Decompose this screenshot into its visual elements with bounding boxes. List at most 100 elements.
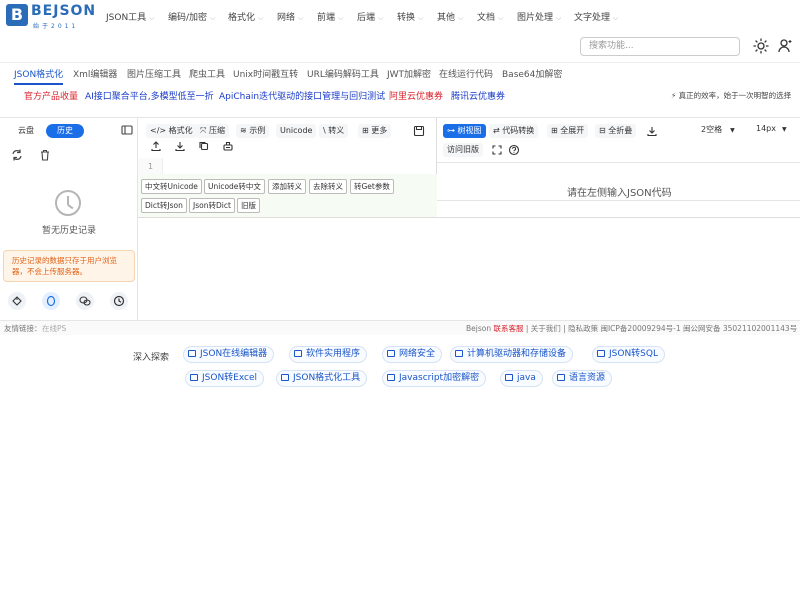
chevron-down-icon: ⌵ <box>338 14 344 22</box>
save-icon[interactable] <box>412 124 426 138</box>
expand-all-button[interactable]: ⊞ 全展开 <box>547 124 589 138</box>
explore-tag[interactable]: JSON格式化工具 <box>276 370 368 387</box>
chip-to-get-params[interactable]: 转Get参数 <box>350 179 394 194</box>
nav-other[interactable]: 其他 ⌵ <box>437 10 463 23</box>
copy-icon[interactable] <box>197 139 211 153</box>
indent-select[interactable]: 2空格 ▼ <box>701 124 735 135</box>
friend-link-ps[interactable]: 在线PS <box>42 323 66 334</box>
explore-tag[interactable]: java <box>500 370 543 387</box>
explore-tag[interactable]: JSON转Excel <box>185 370 265 387</box>
explore-tag[interactable]: 网络安全 <box>382 346 443 363</box>
contact-link[interactable]: 联系客服 <box>493 324 523 333</box>
nav-image[interactable]: 图片处理 ⌵ <box>517 10 561 23</box>
download-icon[interactable] <box>645 124 659 138</box>
more-button[interactable]: ⊞ 更多 <box>358 124 392 138</box>
nav-format[interactable]: 格式化 ⌵ <box>228 10 263 23</box>
tree-icon: ⊶ <box>447 126 455 135</box>
compress-icon: ⤧ <box>200 126 207 135</box>
chevron-down-icon: ⌵ <box>498 14 504 22</box>
caret-down-icon: ▼ <box>730 127 735 134</box>
output-area <box>138 217 800 320</box>
qq-icon[interactable] <box>42 292 60 310</box>
chip-json-to-dict[interactable]: Json转Dict <box>189 198 235 213</box>
top-navbar: B BEJSON 始于2011 JSON工具 ⌵ 编码/加密 ⌵ 格式化 ⌵ 网络 ⌵ … <box>0 0 800 60</box>
swap-icon: ⇄ <box>493 126 500 135</box>
lightning-icon: ⚡ <box>671 91 677 100</box>
history-privacy-note: 历史记录的数据只存于用户浏览器，不会上传服务器。 <box>3 250 135 282</box>
chip-old-version[interactable]: 旧版 <box>237 198 260 213</box>
nav-convert[interactable]: 转换 ⌵ <box>397 10 423 23</box>
explore-label: 深入探索 <box>133 353 170 363</box>
code-convert-button[interactable]: ⇄ 代码转换 <box>489 124 539 138</box>
sidebar-toggle-icon[interactable] <box>120 123 134 137</box>
chip-remove-escape[interactable]: 去除转义 <box>309 179 347 194</box>
clear-icon[interactable] <box>221 139 235 153</box>
wechat-icon[interactable] <box>76 292 94 310</box>
tab-url-codec[interactable]: URL编码解码工具 <box>307 67 379 80</box>
explore-tag[interactable]: 计算机驱动器和存储设备 <box>450 346 574 363</box>
tag-icon <box>597 350 605 357</box>
chip-add-escape[interactable]: 添加转义 <box>268 179 306 194</box>
chevron-down-icon: ⌵ <box>458 14 464 22</box>
tag-icon <box>505 374 513 381</box>
tab-xml-editor[interactable]: Xml编辑器 <box>73 67 117 80</box>
explore-tag[interactable]: 语言资源 <box>552 370 613 387</box>
plus-square-icon: ⊞ <box>551 126 558 135</box>
example-button[interactable]: ≋ 示例 <box>236 124 270 138</box>
upload-icon[interactable] <box>149 139 163 153</box>
old-version-button[interactable]: 访问旧版 <box>443 143 483 157</box>
tab-json-format[interactable]: JSON格式化 <box>14 67 64 85</box>
nav-json-tools[interactable]: JSON工具 ⌵ <box>106 10 155 23</box>
ad-link-apichain[interactable]: ApiChain迭代驱动的接口管理与回归测试 <box>219 89 385 102</box>
explore-tag[interactable]: JSON在线编辑器 <box>183 346 275 363</box>
nav-encode-encrypt[interactable]: 编码/加密 ⌵ <box>168 10 215 23</box>
format-button[interactable]: </> 格式化 <box>146 124 197 138</box>
json-viewer-panel: ⊶ 树视图 ⇄ 代码转换 ⊞ 全展开 ⊟ 全折叠 2空格 ▼ 14px ▼ 访问旧版… <box>437 117 800 217</box>
refresh-icon[interactable] <box>10 148 24 162</box>
help-icon[interactable] <box>507 143 521 157</box>
explore-tag[interactable]: 软件实用程序 <box>289 346 368 363</box>
explore-tag[interactable]: JSON转SQL <box>592 346 665 363</box>
unicode-button[interactable]: Unicode <box>276 124 317 138</box>
ad-link-tencent[interactable]: 腾讯云优惠券 <box>451 89 505 102</box>
chip-dict-to-json[interactable]: Dict转Json <box>141 198 187 213</box>
chip-unicode-to-cn[interactable]: Unicode转中文 <box>204 179 265 194</box>
tab-run-code[interactable]: 在线运行代码 <box>439 67 493 80</box>
nav-frontend[interactable]: 前端 ⌵ <box>317 10 343 23</box>
trash-icon[interactable] <box>38 148 52 162</box>
grid-icon: ⊞ <box>362 126 369 135</box>
search-input[interactable]: 搜索功能... <box>580 37 740 56</box>
nav-network[interactable]: 网络 ⌵ <box>277 10 303 23</box>
tag-icon <box>188 350 196 357</box>
tab-history[interactable]: 历史 <box>46 124 84 138</box>
tab-base64[interactable]: Base64加解密 <box>502 67 562 80</box>
friend-links-label: 友情链接： <box>4 324 42 333</box>
ad-link-aliyun[interactable]: 阿里云优惠券 <box>389 89 443 102</box>
tab-image-compress[interactable]: 图片压缩工具 <box>127 67 181 80</box>
history-clock-icon[interactable] <box>110 292 128 310</box>
nav-docs[interactable]: 文档 ⌵ <box>477 10 503 23</box>
tag-icon[interactable] <box>8 292 26 310</box>
sun-icon[interactable] <box>753 38 769 54</box>
site-logo[interactable]: B BEJSON 始于2011 <box>6 3 95 30</box>
tab-cloud-drive[interactable]: 云盘 <box>6 124 46 138</box>
explore-tag[interactable]: Javascript加密解密 <box>382 370 487 387</box>
nav-backend[interactable]: 后端 ⌵ <box>357 10 383 23</box>
nav-text[interactable]: 文字处理 ⌵ <box>574 10 618 23</box>
ad-link-ai-api[interactable]: AI接口聚合平台,多模型低至一折 <box>85 89 214 102</box>
compress-button[interactable]: ⤧ 压缩 <box>196 124 229 138</box>
collapse-all-button[interactable]: ⊟ 全折叠 <box>595 124 637 138</box>
slogan: ⚡ 真正的效率，始于一次明智的选择 <box>671 91 792 100</box>
download-icon[interactable] <box>173 139 187 153</box>
escape-button[interactable]: \ 转义 <box>319 124 349 138</box>
tab-crawler[interactable]: 爬虫工具 <box>189 67 225 80</box>
chip-cn-to-unicode[interactable]: 中文转Unicode <box>141 179 202 194</box>
tree-view-button[interactable]: ⊶ 树视图 <box>443 124 486 138</box>
user-icon[interactable] <box>777 38 793 54</box>
footer-bar: 友情链接： 在线PS Bejson 联系客服 | 关于我们 | 隐私政策 闽IC… <box>0 320 800 335</box>
fullscreen-icon[interactable] <box>490 143 504 157</box>
ad-link-official[interactable]: 官方产品收量 <box>24 89 78 102</box>
font-size-select[interactable]: 14px ▼ <box>756 124 787 133</box>
tab-unix-time[interactable]: Unix时间戳互转 <box>233 67 298 80</box>
tab-jwt[interactable]: JWT加解密 <box>387 67 431 80</box>
